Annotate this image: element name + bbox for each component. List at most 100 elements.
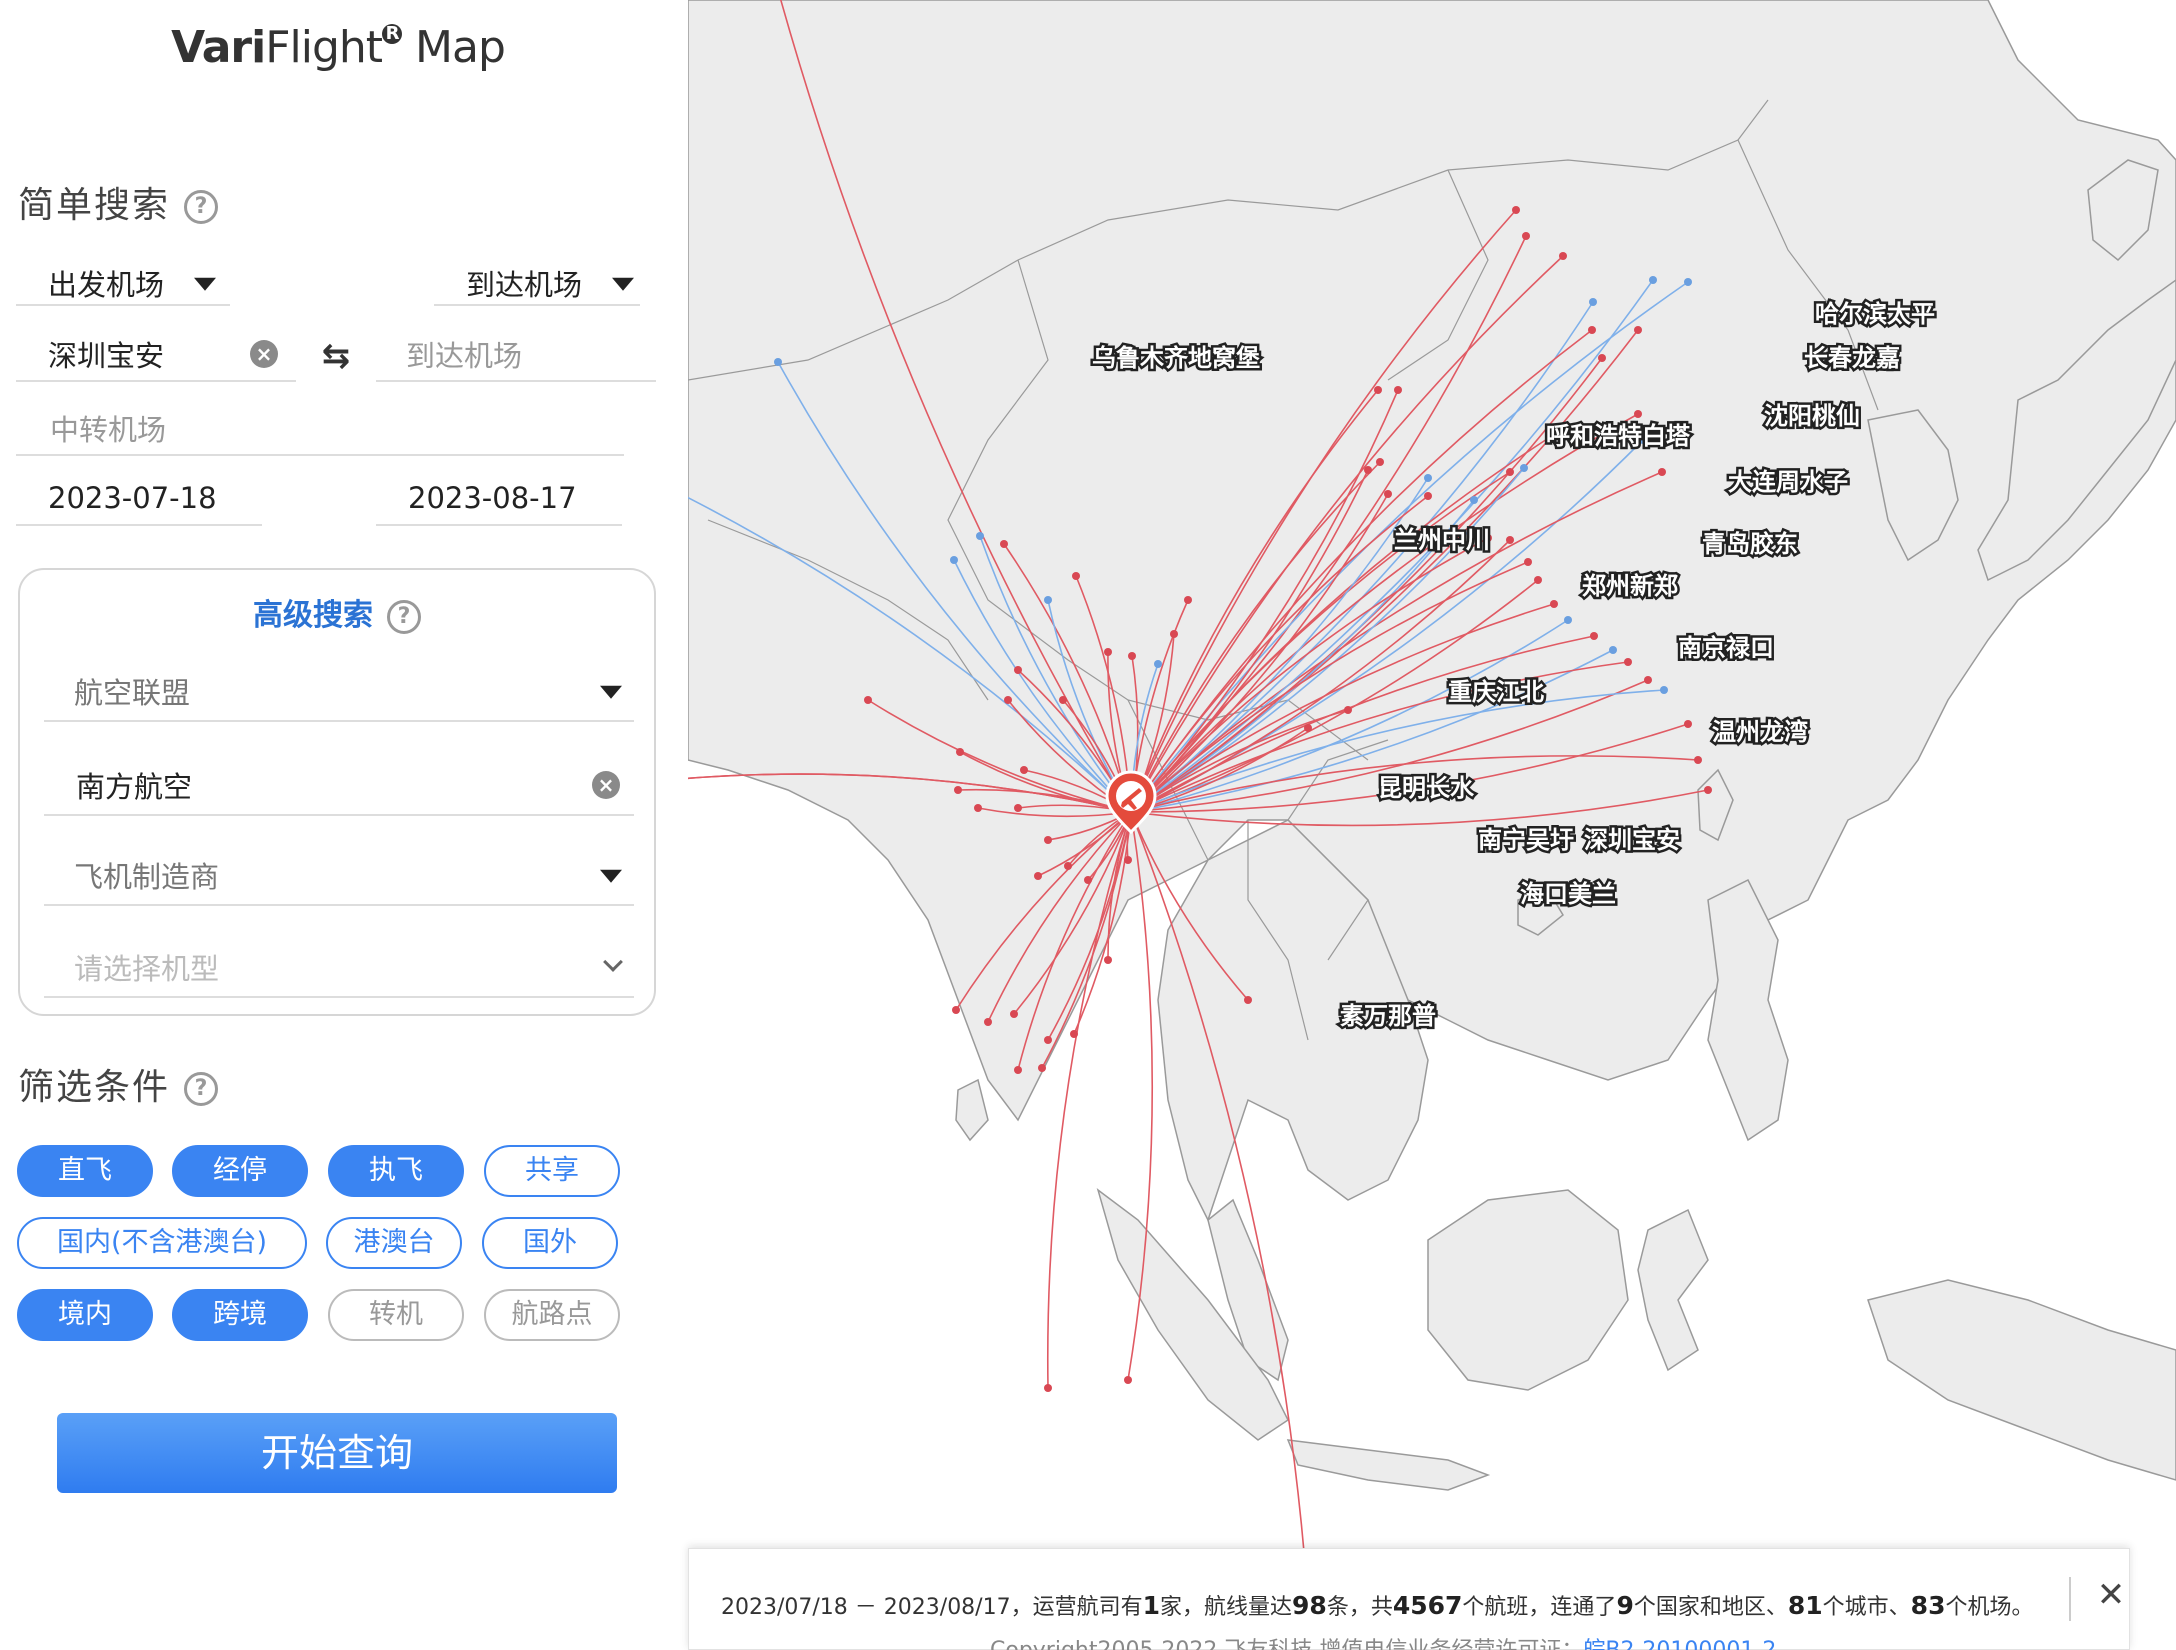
airline-select[interactable]: 南方航空 × — [44, 756, 634, 816]
airport-dot[interactable] — [1059, 696, 1067, 704]
manufacturer-select[interactable]: 飞机制造商 — [44, 846, 634, 906]
airport-dot[interactable] — [1660, 686, 1668, 694]
airport-dot[interactable] — [1684, 720, 1692, 728]
departure-airport-select[interactable]: 出发机场 — [16, 262, 230, 306]
clear-icon[interactable]: × — [250, 340, 278, 368]
airport-dot[interactable] — [1044, 1384, 1052, 1392]
transfer-airport-input[interactable]: 中转机场 — [16, 402, 624, 456]
filter-chip-foreign[interactable]: 国外 — [482, 1217, 618, 1269]
airport-dot[interactable] — [1014, 804, 1022, 812]
airport-dot[interactable] — [1649, 276, 1657, 284]
airport-dot[interactable] — [1684, 278, 1692, 286]
airport-dot[interactable] — [1374, 386, 1382, 394]
airport-dot[interactable] — [1520, 464, 1528, 472]
route-map[interactable]: 乌鲁木齐地窝堡 哈尔滨太平 长春龙嘉 沈阳桃仙 呼和浩特白塔 大连周水子 兰州中… — [688, 0, 2176, 1650]
airport-dot[interactable] — [1634, 326, 1642, 334]
airport-dot[interactable] — [1589, 298, 1597, 306]
airport-dot[interactable] — [1014, 1066, 1022, 1074]
airport-dot[interactable] — [1004, 696, 1012, 704]
airport-dot[interactable] — [1624, 658, 1632, 666]
aircraft-type-select[interactable]: 请选择机型 — [44, 938, 634, 998]
search-button[interactable]: 开始查询 — [57, 1413, 617, 1493]
airport-dot[interactable] — [1590, 632, 1598, 640]
airport-dot[interactable] — [956, 748, 964, 756]
airport-dot[interactable] — [1304, 724, 1312, 732]
airport-dot[interactable] — [1559, 252, 1567, 260]
airport-dot[interactable] — [974, 804, 982, 812]
variflight-logo[interactable]: VariFlight R Map — [0, 22, 676, 73]
airport-dot[interactable] — [1124, 856, 1132, 864]
airport-dot[interactable] — [1010, 1010, 1018, 1018]
filter-chip-codeshare[interactable]: 共享 — [484, 1145, 620, 1197]
filter-chip-inbound[interactable]: 境内 — [17, 1289, 153, 1341]
airport-dot[interactable] — [1506, 536, 1514, 544]
airport-dot[interactable] — [1598, 354, 1606, 362]
airport-dot[interactable] — [1704, 786, 1712, 794]
filter-chip-hk-macao-tw[interactable]: 港澳台 — [326, 1217, 462, 1269]
advanced-search-title[interactable]: 高级搜索? — [20, 590, 654, 634]
arrival-airport-input[interactable]: 到达机场 — [376, 328, 656, 382]
alliance-select[interactable]: 航空联盟 — [44, 662, 634, 722]
airport-dot[interactable] — [1644, 676, 1652, 684]
map-canvas[interactable]: 乌鲁木齐地窝堡 哈尔滨太平 长春龙嘉 沈阳桃仙 呼和浩特白塔 大连周水子 兰州中… — [688, 0, 2176, 1650]
airport-dot[interactable] — [1038, 1064, 1046, 1072]
airport-dot[interactable] — [1344, 706, 1352, 714]
airport-dot[interactable] — [1506, 468, 1514, 476]
arrival-airport-select[interactable]: 到达机场 — [434, 262, 640, 306]
airport-dot[interactable] — [1588, 326, 1596, 334]
airport-dot[interactable] — [1424, 474, 1432, 482]
airport-dot[interactable] — [1104, 956, 1112, 964]
airport-dot[interactable] — [1470, 496, 1478, 504]
airport-dot[interactable] — [1609, 646, 1617, 654]
airport-dot[interactable] — [976, 532, 984, 540]
airport-dot[interactable] — [1084, 876, 1092, 884]
swap-icon[interactable]: ⇆ — [318, 338, 354, 374]
airport-dot[interactable] — [1072, 572, 1080, 580]
airport-dot[interactable] — [1694, 756, 1702, 764]
airport-dot[interactable] — [1184, 596, 1192, 604]
filter-chip-direct[interactable]: 直飞 — [17, 1145, 153, 1197]
airport-dot[interactable] — [1070, 1030, 1078, 1038]
airport-dot[interactable] — [1550, 600, 1558, 608]
airport-dot[interactable] — [1064, 862, 1072, 870]
airport-dot[interactable] — [1000, 540, 1008, 548]
airport-dot[interactable] — [1244, 996, 1252, 1004]
airport-dot[interactable] — [774, 358, 782, 366]
filter-chip-domestic[interactable]: 国内(不含港澳台) — [17, 1217, 307, 1269]
airport-dot[interactable] — [1034, 872, 1042, 880]
airport-dot[interactable] — [1364, 466, 1372, 474]
airport-dot[interactable] — [864, 696, 872, 704]
airport-dot[interactable] — [1170, 630, 1178, 638]
filter-chip-waypoint[interactable]: 航路点 — [484, 1289, 620, 1341]
airport-dot[interactable] — [1020, 766, 1028, 774]
airport-dot[interactable] — [1044, 836, 1052, 844]
departure-airport-input[interactable]: 深圳宝安 × — [16, 328, 296, 382]
airport-dot[interactable] — [1512, 206, 1520, 214]
airport-dot[interactable] — [1044, 596, 1052, 604]
airport-dot[interactable] — [1534, 576, 1542, 584]
filter-chip-crossborder[interactable]: 跨境 — [172, 1289, 308, 1341]
license-link[interactable]: 皖B2-20100001-2 — [1583, 1638, 1776, 1650]
filter-chip-stopover[interactable]: 经停 — [172, 1145, 308, 1197]
airport-dot[interactable] — [1124, 1376, 1132, 1384]
airport-dot[interactable] — [1394, 386, 1402, 394]
airport-dot[interactable] — [1044, 1036, 1052, 1044]
airport-dot[interactable] — [1564, 616, 1572, 624]
airport-dot[interactable] — [1424, 492, 1432, 500]
close-icon[interactable]: ✕ — [2091, 1575, 2131, 1615]
airport-dot[interactable] — [1658, 468, 1666, 476]
airport-dot[interactable] — [1634, 410, 1642, 418]
filter-chip-transfer[interactable]: 转机 — [328, 1289, 464, 1341]
help-icon[interactable]: ? — [184, 190, 219, 224]
airport-dot[interactable] — [1384, 490, 1392, 498]
airport-dot[interactable] — [952, 1006, 960, 1014]
airport-dot[interactable] — [954, 786, 962, 794]
start-date-input[interactable]: 2023-07-18 — [16, 472, 262, 526]
clear-icon[interactable]: × — [592, 771, 620, 799]
airport-dot[interactable] — [984, 1018, 992, 1026]
airport-dot[interactable] — [1128, 652, 1136, 660]
airport-dot[interactable] — [1154, 660, 1162, 668]
help-icon[interactable]: ? — [184, 1072, 219, 1106]
airport-dot[interactable] — [1376, 458, 1384, 466]
airport-dot[interactable] — [1522, 232, 1530, 240]
